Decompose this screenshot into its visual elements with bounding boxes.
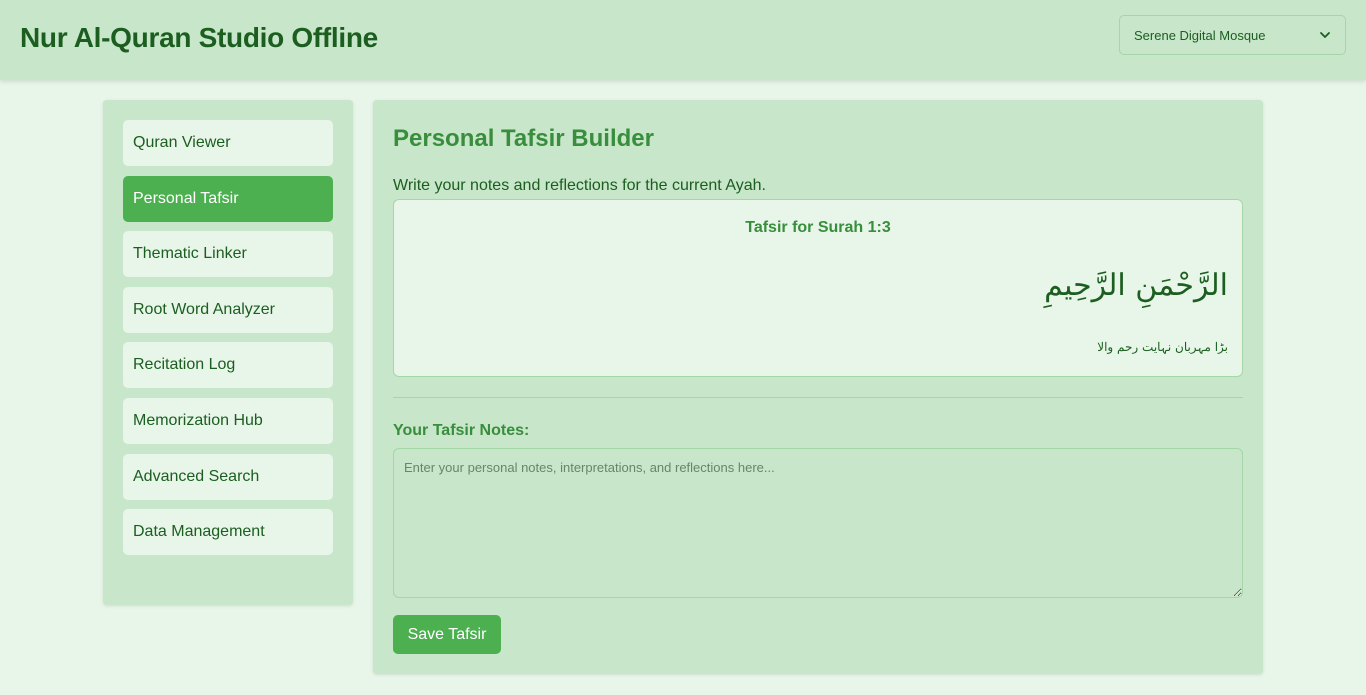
page-description: Write your notes and reflections for the… [393,177,766,194]
app-title: Nur Al-Quran Studio Offline [20,22,378,53]
sidebar-item-advanced-search[interactable]: Advanced Search [123,454,333,500]
sidebar-item-quran-viewer[interactable]: Quran Viewer [123,120,333,166]
sidebar-item-label: Advanced Search [133,468,260,485]
save-tafsir-button[interactable]: Save Tafsir [393,615,501,654]
ayah-card: Tafsir for Surah 1:3 الرَّحْمَنِ الرَّحِ… [393,199,1243,377]
page-title: Personal Tafsir Builder [393,125,654,152]
ayah-translation: بڑا مہربان نہایت رحم والا [1097,340,1228,354]
sidebar-item-data-management[interactable]: Data Management [123,509,333,555]
app-header: Nur Al-Quran Studio Offline Serene Digit… [0,0,1366,80]
sidebar-item-label: Root Word Analyzer [133,301,275,318]
main-panel: Personal Tafsir Builder Write your notes… [373,100,1263,674]
theme-select[interactable]: Serene Digital Mosque [1119,15,1346,55]
sidebar-item-personal-tafsir[interactable]: Personal Tafsir [123,176,333,222]
chevron-down-icon [1320,32,1330,38]
sidebar-item-recitation-log[interactable]: Recitation Log [123,342,333,388]
sidebar-item-label: Thematic Linker [133,245,247,262]
theme-select-value: Serene Digital Mosque [1134,27,1266,43]
sidebar: Quran Viewer Personal Tafsir Thematic Li… [103,100,353,605]
sidebar-item-label: Quran Viewer [133,134,231,151]
sidebar-item-thematic-linker[interactable]: Thematic Linker [123,231,333,277]
sidebar-item-label: Memorization Hub [133,412,263,429]
divider [393,397,1243,398]
sidebar-item-label: Data Management [133,523,265,540]
ayah-arabic-text: الرَّحْمَنِ الرَّحِيمِ [1044,268,1228,303]
sidebar-item-label: Recitation Log [133,356,236,373]
sidebar-item-root-word-analyzer[interactable]: Root Word Analyzer [123,287,333,333]
notes-label: Your Tafsir Notes: [393,422,530,439]
sidebar-item-label: Personal Tafsir [133,190,239,207]
tafsir-notes-input[interactable] [393,448,1243,598]
ayah-heading: Tafsir for Surah 1:3 [745,219,891,236]
sidebar-item-memorization-hub[interactable]: Memorization Hub [123,398,333,444]
